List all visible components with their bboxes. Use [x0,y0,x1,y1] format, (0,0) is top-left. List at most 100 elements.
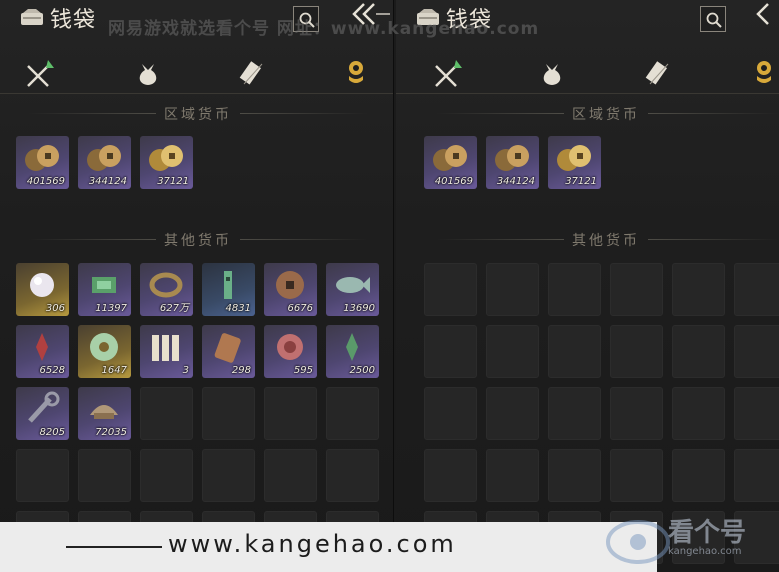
tab-scroll[interactable] [236,58,268,90]
item-count: 8205 [39,427,65,438]
coin-stack-icon [757,61,771,83]
currency-slot[interactable]: 627万 [140,263,193,316]
copper-coins-icon [87,145,121,171]
currency-slot[interactable]: 1647 [78,325,131,378]
search-button[interactable] [700,6,726,32]
empty-slot [672,387,725,440]
item-count: 37121 [565,176,597,187]
empty-slot [424,325,477,378]
tab-scroll[interactable] [642,58,674,90]
divider [240,113,368,114]
divider [28,113,156,114]
empty-slot [734,325,779,378]
tab-equipment[interactable] [432,58,464,90]
silver-ingot-icon [90,405,118,419]
empty-slot [610,263,663,316]
item-count: 6676 [287,303,313,314]
currency-slot[interactable]: 11397 [78,263,131,316]
wallet-icon [21,9,43,25]
empty-slot [424,449,477,502]
currency-slot[interactable]: 13690 [326,263,379,316]
currency-slot[interactable]: 306 [16,263,69,316]
money-bag-icon [139,64,157,85]
watermark: 网易游戏就选看个号 网址：www.kangehao.com [108,19,540,39]
crossed-swords-icon [27,60,54,87]
item-count: 72035 [95,427,127,438]
empty-slot [548,449,601,502]
tab-currency[interactable] [748,58,779,90]
empty-slot [734,449,779,502]
currency-slot[interactable]: 344124 [486,136,539,189]
divider [436,113,564,114]
item-count: 306 [45,303,65,314]
red-seal-icon [277,334,303,360]
item-count: 401569 [26,176,65,187]
currency-slot[interactable]: 37121 [548,136,601,189]
item-count: 344124 [88,176,127,187]
empty-slot [486,263,539,316]
tab-currency[interactable] [340,58,372,90]
footer-rule [66,546,162,548]
currency-slot[interactable]: 2500 [326,325,379,378]
site-logo-subtext: kangehao.com [668,546,742,557]
empty-slot [486,387,539,440]
empty-slot [734,387,779,440]
green-talisman-icon [346,333,358,361]
jade-disc-icon [90,333,118,361]
currency-slot[interactable]: 6528 [16,325,69,378]
item-count: 627万 [159,303,189,314]
section-title-other: 其他货币 [164,233,232,249]
coin-stack-icon [349,61,363,83]
empty-slot [610,449,663,502]
currency-slot[interactable]: 8205 [16,387,69,440]
section-title-other: 其他货币 [572,233,640,249]
back-arrow-icon[interactable] [754,0,779,30]
currency-slot[interactable]: 401569 [16,136,69,189]
item-count: 2500 [349,365,375,376]
item-count: 298 [231,365,251,376]
empty-slot [548,325,601,378]
empty-slot [140,387,193,440]
copper-coins-icon [495,145,529,171]
item-count: 1647 [101,365,127,376]
currency-slot[interactable]: 37121 [140,136,193,189]
tally-sticks-icon [152,335,179,361]
gold-coins-icon [557,145,591,171]
tab-bag[interactable] [536,58,568,90]
item-count: 4831 [225,303,251,314]
money-bag-icon [543,64,561,85]
scroll-icon [645,61,669,85]
gold-coins-icon [149,145,183,171]
search-icon [706,12,722,28]
empty-slot [672,263,725,316]
empty-slot [16,449,69,502]
page-title: 钱袋 [50,8,97,33]
empty-slot [486,449,539,502]
empty-slot [140,449,193,502]
currency-slot[interactable]: 6676 [264,263,317,316]
footer-url: www.kangehao.com [168,530,457,558]
currency-slot[interactable]: 298 [202,325,255,378]
scroll-icon [239,61,263,85]
currency-slot[interactable]: 595 [264,325,317,378]
item-count: 37121 [157,176,189,187]
bronze-token-icon [214,333,241,363]
copper-coins-icon [433,145,467,171]
empty-slot [264,387,317,440]
empty-slot [326,387,379,440]
jade-fish-icon [336,277,370,293]
currency-slot[interactable]: 3 [140,325,193,378]
tab-equipment[interactable] [24,58,56,90]
wallet-panel-right: 钱袋 区域货币 401569 344124 37121 其他货币 [396,0,779,572]
empty-slot [424,387,477,440]
divider [648,239,779,240]
currency-slot[interactable]: 72035 [78,387,131,440]
currency-slot[interactable]: 4831 [202,263,255,316]
item-count: 595 [293,365,313,376]
category-tabs [0,54,393,94]
divider [648,113,779,114]
tab-bag[interactable] [132,58,164,90]
currency-slot[interactable]: 344124 [78,136,131,189]
currency-slot[interactable]: 401569 [424,136,477,189]
empty-slot [548,387,601,440]
